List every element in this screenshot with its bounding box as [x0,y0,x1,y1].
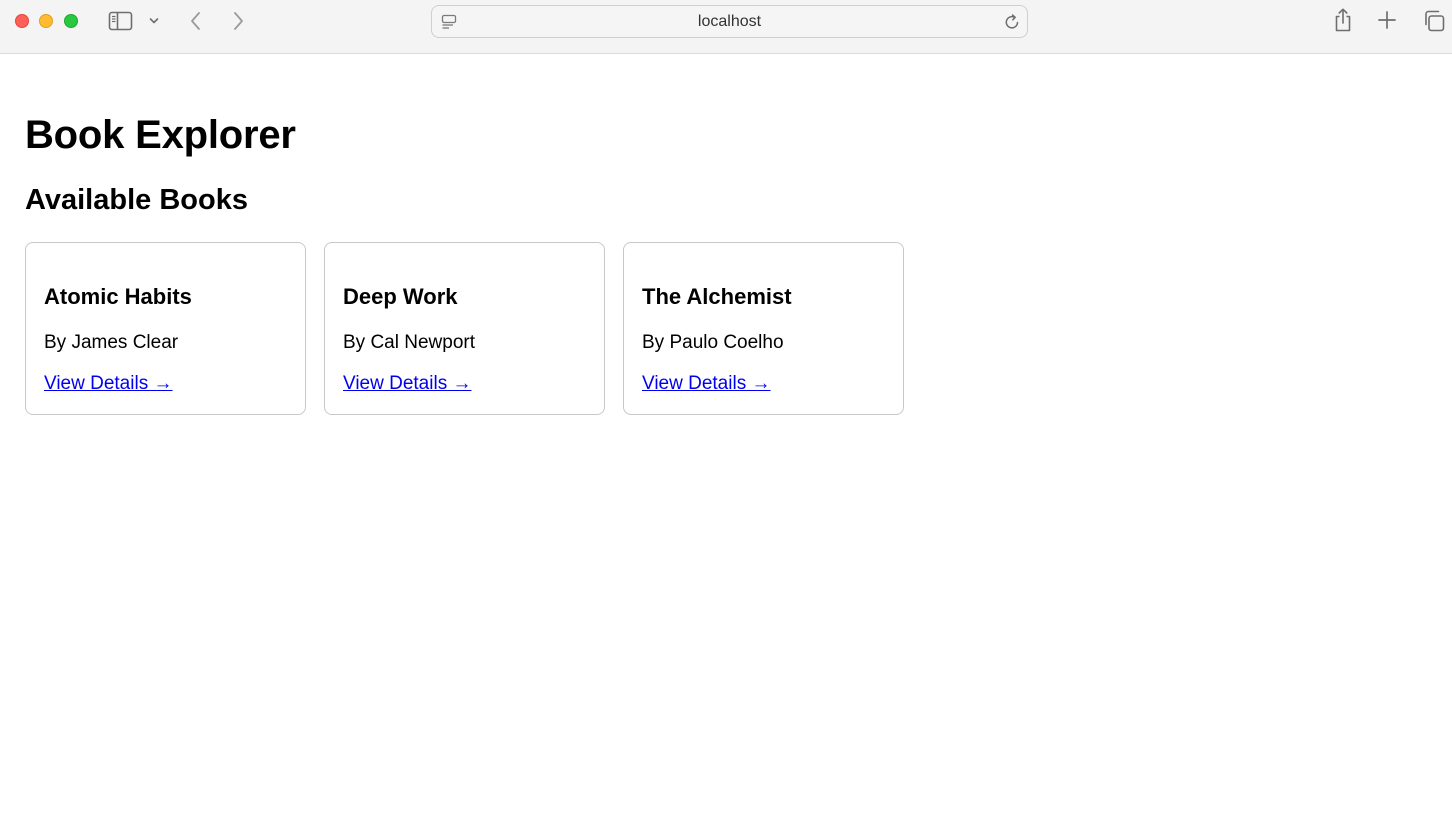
book-card: The Alchemist By Paulo Coelho View Detai… [623,242,904,415]
book-card: Deep Work By Cal Newport View Details → [324,242,605,415]
tab-overview-icon[interactable] [1422,9,1446,33]
book-title: The Alchemist [642,284,792,309]
view-details-link[interactable]: View Details → [343,373,471,395]
chevron-down-icon[interactable] [147,13,161,29]
share-icon[interactable] [1332,7,1354,33]
url-text[interactable]: localhost [432,13,1027,31]
address-bar[interactable]: localhost [431,5,1028,38]
plus-icon[interactable] [1377,10,1397,30]
back-arrow-icon[interactable] [186,9,206,33]
page-content: Book Explorer Available Books Atomic Hab… [25,54,1452,829]
browser-toolbar: localhost [0,0,1452,54]
book-title: Deep Work [343,284,458,309]
book-author: By Cal Newport [343,332,475,353]
book-author: By Paulo Coelho [642,332,784,353]
book-grid: Atomic Habits By James Clear View Detail… [25,242,904,415]
book-title: Atomic Habits [44,284,192,309]
reload-icon[interactable] [1003,13,1021,31]
zoom-window-button[interactable] [64,14,78,28]
view-details-link[interactable]: View Details → [642,373,770,395]
book-card: Atomic Habits By James Clear View Detail… [25,242,306,415]
close-window-button[interactable] [15,14,29,28]
forward-arrow-icon[interactable] [228,9,248,33]
minimize-window-button[interactable] [39,14,53,28]
sidebar-icon[interactable] [108,10,134,32]
book-author: By James Clear [44,332,179,353]
section-title: Available Books [25,184,248,216]
page-title: Book Explorer [25,113,296,157]
view-details-link[interactable]: View Details → [44,373,172,395]
